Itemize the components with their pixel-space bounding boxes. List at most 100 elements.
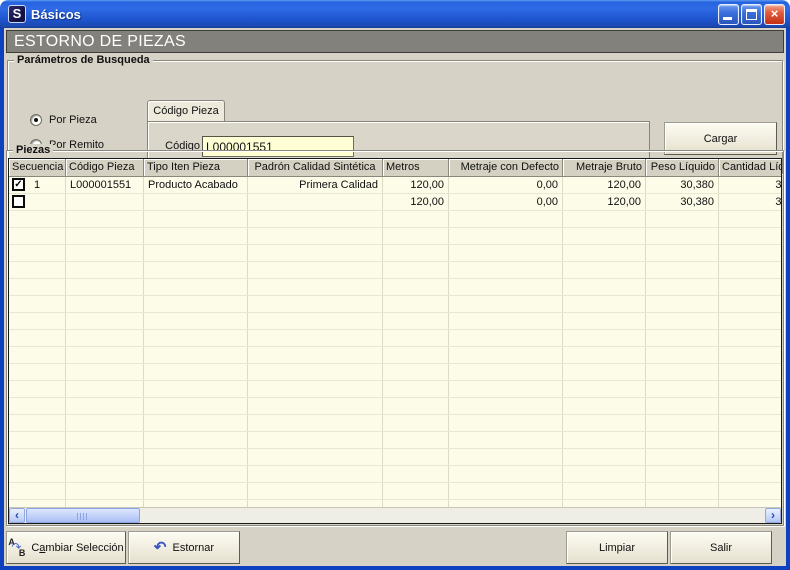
grid-empty-row [9,466,781,483]
estornar-button[interactable]: ↶ Estornar [128,531,240,564]
column-header-padron-calidad[interactable]: Padrón Calidad Sintética [248,159,383,177]
grid-empty-cell [66,262,144,278]
page-title: ESTORNO DE PIEZAS [6,30,784,53]
grid-empty-cell [719,364,781,380]
grid-empty-cell [66,364,144,380]
grid-empty-cell [383,279,449,295]
grid-empty-cell [144,398,248,414]
grid-empty-cell [719,381,781,397]
grid-empty-cell [383,228,449,244]
grid-empty-cell [9,483,66,499]
grid-empty-cell [646,398,719,414]
close-button[interactable]: × [764,4,785,25]
grid-empty-cell [383,262,449,278]
column-header-metros[interactable]: Metros [383,159,449,177]
grid-empty-cell [248,432,383,448]
tab-codigo-pieza[interactable]: Código Pieza [147,100,225,122]
grid-empty-cell [144,228,248,244]
grid-empty-cell [248,279,383,295]
grid-empty-cell [449,279,563,295]
minimize-button[interactable] [718,4,739,25]
grid-empty-row [9,500,781,507]
grid-empty-cell [66,296,144,312]
grid-empty-cell [646,279,719,295]
horizontal-scrollbar[interactable]: ‹ › [9,507,781,523]
piezas-grid: Secuencia Código Pieza Tipo Iten Pieza P… [8,158,782,524]
grid-empty-row [9,228,781,245]
column-header-tipo-iten-pieza[interactable]: Tipo Iten Pieza [144,159,248,177]
grid-empty-cell [383,432,449,448]
grid-empty-cell [646,211,719,227]
table-row[interactable]: ✓ 1 L000001551 Producto Acabado Primera … [9,177,781,194]
column-header-secuencia[interactable]: Secuencia [9,159,66,177]
maximize-button[interactable] [741,4,762,25]
row-checkbox[interactable]: ✓ [12,178,25,191]
table-row-totals[interactable]: 120,00 0,00 120,00 30,380 30,380 [9,194,781,211]
column-header-cantidad-liquida[interactable]: Cantidad Líquida [719,159,782,177]
estornar-label: Estornar [173,542,215,554]
grid-empty-cell [449,483,563,499]
column-header-metraje-con-defecto[interactable]: Metraje con Defecto [449,159,563,177]
row-checkbox[interactable] [12,195,25,208]
column-header-peso-liquido[interactable]: Peso Líquido [646,159,719,177]
grid-empty-cell [563,211,646,227]
grid-empty-cell [563,432,646,448]
column-header-metraje-bruto[interactable]: Metraje Bruto [563,159,646,177]
close-icon: × [771,6,779,21]
grid-empty-cell [9,466,66,482]
undo-icon: ↶ [154,541,167,555]
grid-empty-cell [66,449,144,465]
grid-empty-cell [9,330,66,346]
radio-por-pieza-circle-icon[interactable] [30,114,42,126]
app-icon: S [8,5,26,23]
column-header-codigo-pieza[interactable]: Código Pieza [66,159,144,177]
grid-empty-cell [248,296,383,312]
grid-empty-cell [383,449,449,465]
grid-empty-cell [144,347,248,363]
titlebar[interactable]: S Básicos × [0,0,790,28]
grid-empty-cell [719,279,781,295]
salir-button[interactable]: Salir [670,531,772,564]
grid-empty-cell [248,245,383,261]
cell-peso-liquido: 30,380 [646,194,719,210]
grid-empty-cell [66,483,144,499]
scroll-right-icon[interactable]: › [765,508,781,523]
cell-peso-liquido: 30,380 [646,177,719,193]
grid-empty-cell [9,279,66,295]
grid-empty-row [9,381,781,398]
scrollbar-thumb[interactable] [26,508,140,523]
limpiar-button[interactable]: Limpiar [566,531,668,564]
window-frame: ESTORNO DE PIEZAS Parámetros de Busqueda… [0,28,790,570]
cell-secuencia: ✓ 1 [9,177,66,193]
grid-empty-cell [383,313,449,329]
grid-empty-cell [449,500,563,507]
grid-empty-cell [9,347,66,363]
grid-empty-cell [66,381,144,397]
cambiar-seleccion-button[interactable]: A ↷ B Cambiar Selección [6,531,126,564]
grid-empty-cell [248,398,383,414]
grid-empty-cell [66,500,144,507]
radio-por-pieza[interactable]: Por Pieza [30,114,97,126]
grid-empty-cell [9,245,66,261]
grid-empty-cell [144,296,248,312]
radio-por-pieza-label: Por Pieza [49,114,97,126]
grid-empty-cell [144,364,248,380]
grid-empty-row [9,296,781,313]
grid-empty-cell [144,483,248,499]
scroll-left-icon[interactable]: ‹ [9,508,25,523]
cell-metros: 120,00 [383,177,449,193]
grid-empty-cell [144,449,248,465]
grid-empty-cell [248,313,383,329]
grid-empty-cell [719,500,781,507]
grid-empty-row [9,483,781,500]
grid-empty-cell [66,432,144,448]
swap-ab-icon: A ↷ B [8,538,25,557]
grid-empty-row [9,211,781,228]
grid-empty-cell [383,415,449,431]
cell-padron-calidad: Primera Calidad [248,177,383,193]
grid-empty-cell [646,296,719,312]
grid-empty-cell [563,483,646,499]
grid-empty-cell [449,245,563,261]
grid-empty-cell [144,262,248,278]
grid-empty-cell [9,313,66,329]
